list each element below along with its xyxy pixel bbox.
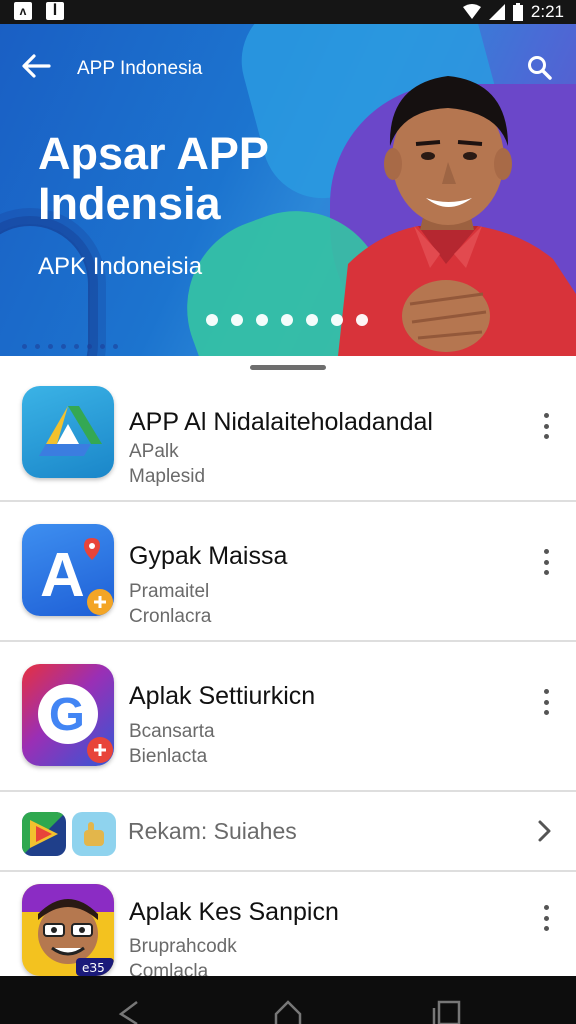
app-list-sheet: APP Al Nidalaiteholadandal APalk Maplesi… — [0, 356, 576, 976]
search-button[interactable] — [522, 50, 558, 86]
more-vert-icon — [543, 413, 549, 418]
wifi-icon — [462, 4, 481, 19]
app-developer: Bcansarta — [129, 721, 215, 742]
more-options-button[interactable] — [532, 410, 560, 442]
list-item[interactable]: еЗ5 Aplak Kes Sanpicn Bruprahcodk Comlac… — [0, 872, 576, 976]
g-logo-icon: G — [22, 664, 114, 766]
more-vert-icon — [543, 549, 549, 554]
recents-nav-icon — [432, 1000, 461, 1024]
carousel-dot[interactable] — [231, 314, 243, 326]
app-name: APP Al Nidalaiteholadandal — [129, 408, 433, 436]
banner-headline: Apsar APP Indensia — [38, 128, 269, 229]
status-time: 2:21 — [530, 2, 564, 21]
letter-a-map-icon: A — [22, 524, 114, 616]
more-options-button[interactable] — [532, 686, 560, 718]
nav-home-button[interactable] — [264, 984, 312, 1024]
hero-banner[interactable]: APP Indonesia Apsar APP Indensia APK Ind… — [0, 24, 576, 356]
app-name: Aplak Settiurkicn — [129, 682, 316, 710]
carousel-indicator[interactable] — [206, 314, 368, 326]
list-item[interactable]: APP Al Nidalaiteholadandal APalk Maplesi… — [0, 370, 576, 502]
nav-back-button[interactable] — [106, 984, 154, 1024]
notification-icon: ʌ — [14, 2, 32, 20]
app-category: Cronlacra — [129, 606, 212, 627]
arrow-left-icon — [22, 54, 51, 78]
banner-subline: APK Indoneisia — [38, 253, 203, 280]
signal-icon — [488, 4, 505, 20]
more-options-button[interactable] — [532, 546, 560, 578]
carousel-dot[interactable] — [256, 314, 268, 326]
more-options-button[interactable] — [532, 902, 560, 934]
carousel-dot[interactable] — [356, 314, 368, 326]
app-name: Gypak Maissa — [129, 542, 288, 570]
chevron-right-icon[interactable] — [533, 816, 557, 846]
home-nav-icon — [274, 1000, 302, 1024]
system-nav-bar — [0, 976, 576, 1024]
cartoon-face-icon: еЗ5 — [22, 884, 114, 976]
list-item[interactable]: G Aplak Settiurkicn Bcansarta Bienlacta — [0, 642, 576, 792]
app-category: Maplesid — [129, 466, 206, 487]
blue-hand-app-icon — [72, 812, 116, 856]
banner-decoration-dots — [22, 344, 118, 349]
back-nav-icon — [118, 1001, 138, 1024]
recommendations-label: Rekam: Suiahes — [128, 818, 297, 844]
battery-icon — [512, 3, 523, 21]
banner-decoration — [0, 224, 90, 356]
recommendations-row[interactable]: Rekam: Suiahes — [0, 792, 576, 872]
svg-text:G: G — [49, 688, 85, 740]
app-badge: еЗ5 — [82, 961, 105, 975]
carousel-dot[interactable] — [331, 314, 343, 326]
app-notification-icon: ꟾ — [46, 2, 64, 20]
list-item[interactable]: A Gypak Maissa Pramaitel Cronlacra — [0, 502, 576, 642]
carousel-dot[interactable] — [281, 314, 293, 326]
svg-text:A: A — [40, 541, 85, 610]
nav-recents-button[interactable] — [422, 984, 470, 1024]
green-arrow-app-icon — [22, 812, 66, 856]
app-category: Comlacla — [129, 961, 209, 976]
more-vert-icon — [543, 689, 549, 694]
app-category: Bienlacta — [129, 746, 208, 767]
app-developer: APalk — [129, 441, 179, 462]
drive-triangle-icon — [22, 386, 114, 478]
more-vert-icon — [543, 905, 549, 910]
banner-person-image — [338, 76, 576, 356]
carousel-dot[interactable] — [306, 314, 318, 326]
header-title: APP Indonesia — [77, 58, 203, 79]
app-developer: Bruprahcodk — [129, 936, 237, 957]
search-icon — [528, 56, 552, 80]
back-button[interactable] — [16, 48, 56, 84]
app-developer: Pramaitel — [129, 581, 210, 602]
status-bar: ʌ ꟾ 2:21 — [0, 0, 576, 24]
carousel-dot[interactable] — [206, 314, 218, 326]
app-name: Aplak Kes Sanpicn — [129, 898, 339, 926]
